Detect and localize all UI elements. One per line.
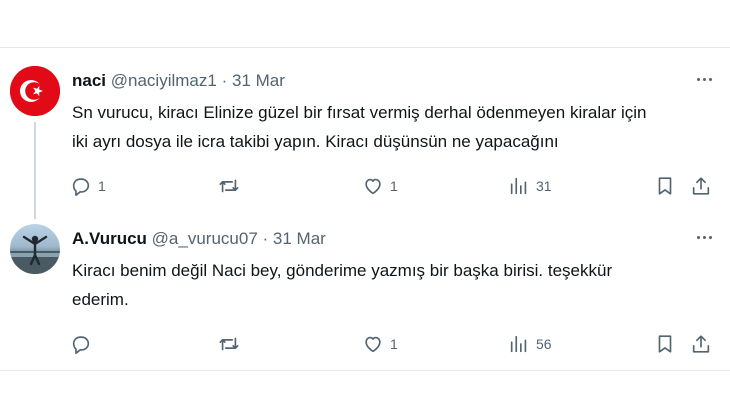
tweet-header: naci @naciyilmaz1 · 31 Mar (72, 70, 285, 92)
action-bar: 1 56 (0, 332, 730, 356)
tweet-text: Kiracı benim değil Naci bey, gönderime y… (72, 256, 720, 314)
tweet-header: A.Vurucu @a_vurucu07 · 31 Mar (72, 228, 326, 250)
more-dot-icon (696, 235, 700, 239)
user-handle[interactable]: @a_vurucu07 (152, 229, 258, 248)
reply-button[interactable] (70, 332, 98, 356)
heart-icon (365, 336, 381, 353)
retweet-button[interactable] (218, 174, 246, 198)
tweet-date[interactable]: 31 Mar (273, 229, 326, 248)
turkish-flag-icon (10, 66, 60, 116)
views-button[interactable]: 56 (508, 332, 552, 356)
tweet-text-line: iki ayrı dosya ile icra takibi yapın. Ki… (72, 132, 559, 151)
avatar[interactable] (10, 66, 60, 116)
tweet-date[interactable]: 31 Mar (232, 71, 285, 90)
bookmark-button[interactable] (654, 332, 676, 356)
bottom-divider (0, 370, 730, 371)
tweet-text-line: ederim. (72, 290, 129, 309)
share-button[interactable] (690, 174, 712, 198)
view-count: 56 (536, 336, 552, 352)
user-handle[interactable]: @naciyilmaz1 (111, 71, 217, 90)
bookmark-icon (658, 335, 672, 353)
reply-icon (72, 178, 90, 196)
display-name[interactable]: naci (72, 71, 106, 90)
person-photo-icon (10, 235, 60, 274)
reply-count: 1 (98, 178, 106, 194)
top-divider (0, 47, 730, 48)
display-name[interactable]: A.Vurucu (72, 229, 147, 248)
retweet-icon (219, 179, 239, 193)
tweet-text: Sn vurucu, kiracı Elinize güzel bir fırs… (72, 98, 720, 156)
views-chart-icon (510, 335, 527, 353)
action-bar: 1 1 31 (0, 174, 730, 198)
heart-icon (365, 178, 381, 195)
avatar[interactable] (10, 224, 60, 274)
tweet-text-line: Sn vurucu, kiracı Elinize güzel bir fırs… (72, 103, 647, 122)
like-button[interactable]: 1 (362, 174, 398, 198)
reply-icon (72, 336, 90, 354)
tweet-text-line: Kiracı benim değil Naci bey, gönderime y… (72, 261, 613, 280)
bookmark-button[interactable] (654, 174, 676, 198)
more-options-button[interactable] (690, 226, 718, 248)
more-dot-icon (708, 77, 712, 81)
views-chart-icon (510, 177, 527, 195)
more-dot-icon (696, 77, 700, 81)
retweet-button[interactable] (218, 332, 246, 356)
reply-button[interactable]: 1 (70, 174, 106, 198)
separator-dot: · (221, 71, 228, 90)
bookmark-icon (658, 177, 672, 195)
retweet-icon (219, 337, 239, 351)
more-dot-icon (702, 77, 706, 81)
like-count: 1 (390, 178, 398, 194)
more-dot-icon (702, 235, 706, 239)
share-icon (692, 177, 710, 195)
more-dot-icon (708, 235, 712, 239)
thread-connector-line (34, 122, 36, 219)
like-count: 1 (390, 336, 398, 352)
like-button[interactable]: 1 (362, 332, 398, 356)
separator-dot: · (262, 229, 269, 248)
view-count: 31 (536, 178, 552, 194)
more-options-button[interactable] (690, 68, 718, 90)
views-button[interactable]: 31 (508, 174, 552, 198)
share-icon (692, 335, 710, 353)
share-button[interactable] (690, 332, 712, 356)
